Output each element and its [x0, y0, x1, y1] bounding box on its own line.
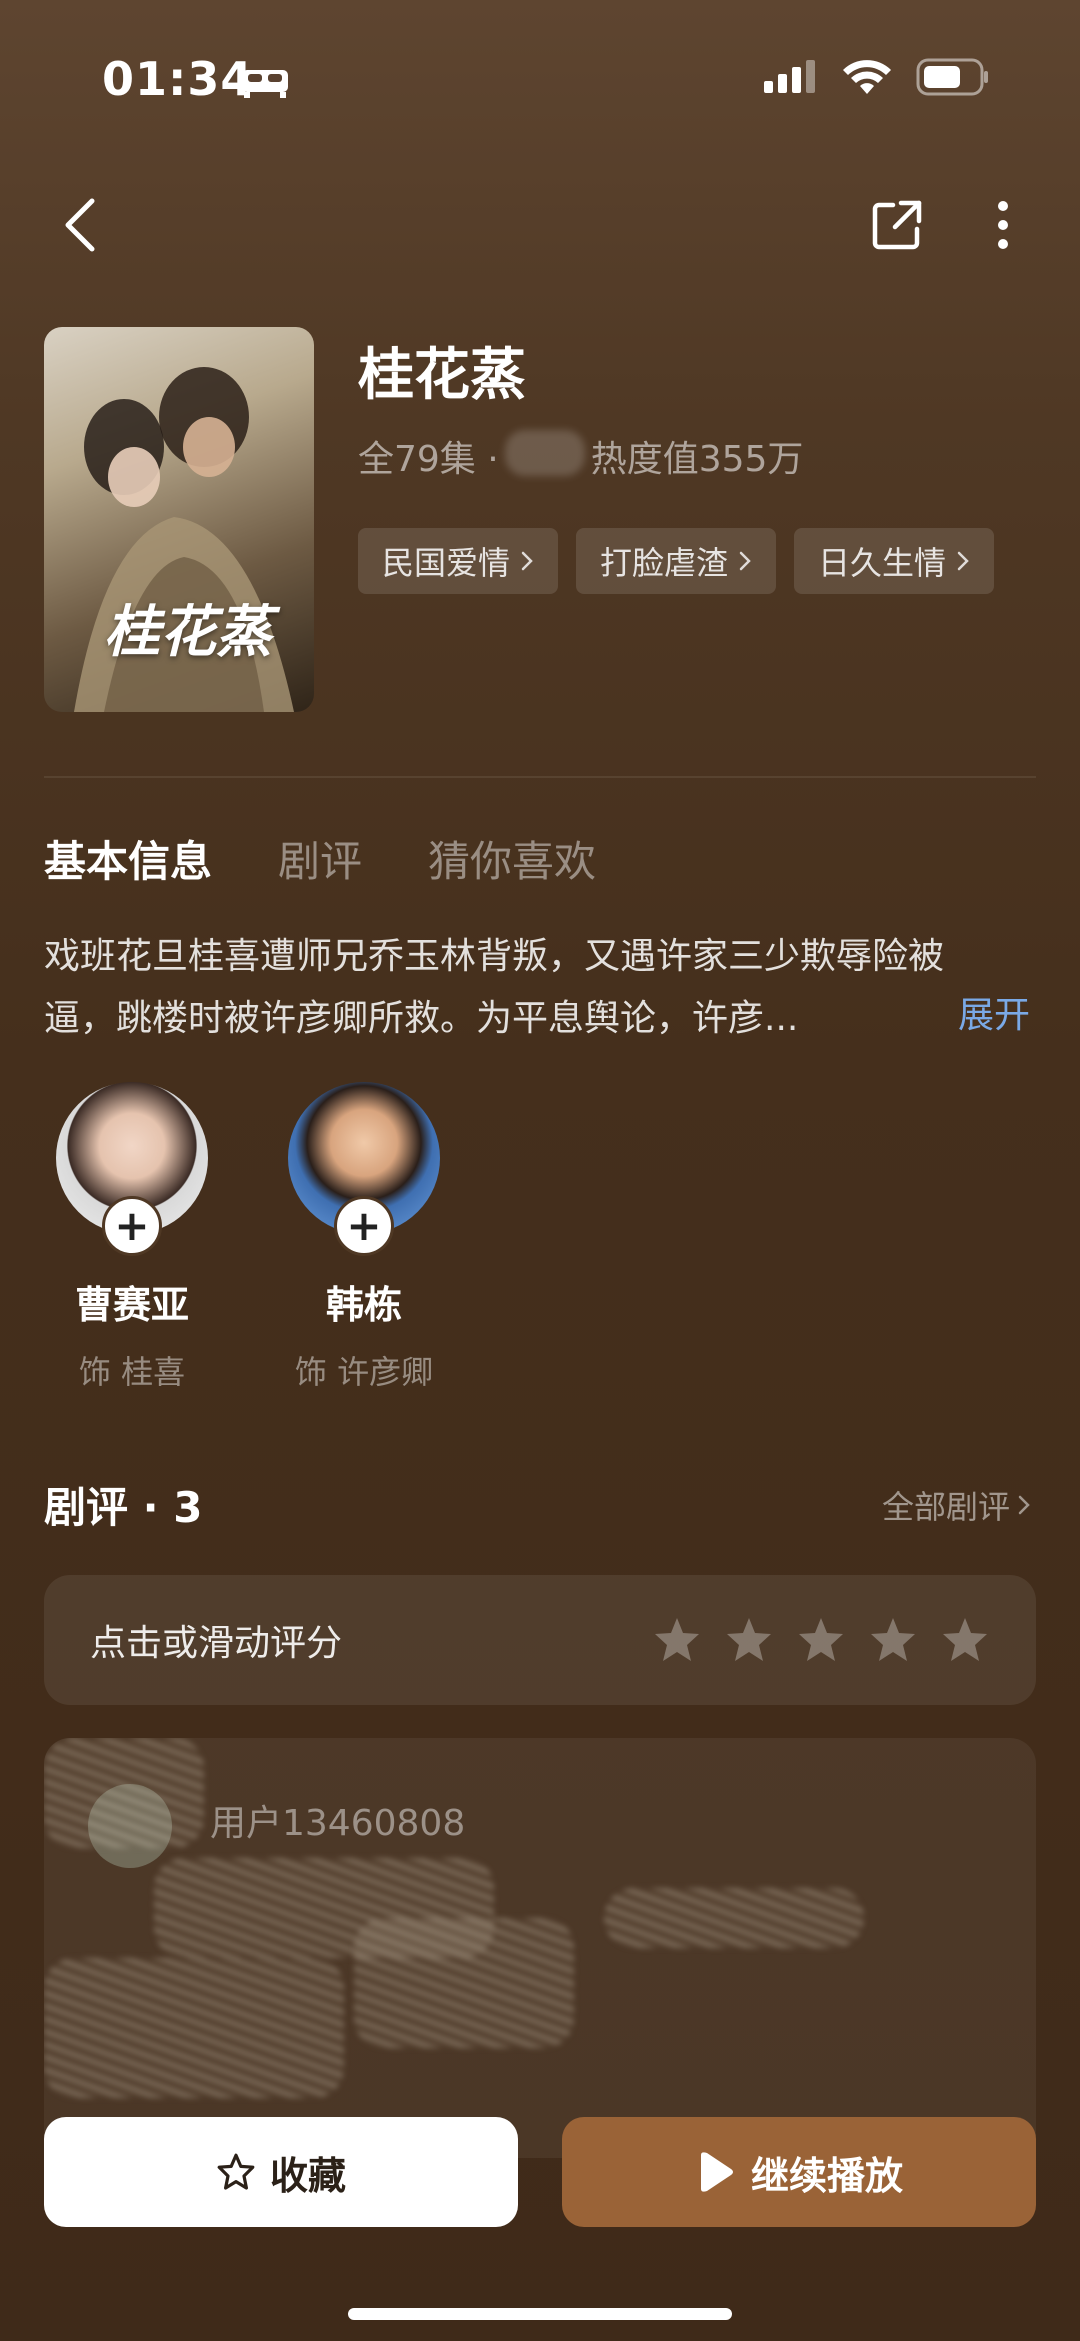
tab-basic-info[interactable]: 基本信息: [44, 828, 212, 889]
cast-role: 饰 许彦卿: [294, 1353, 434, 1391]
star-icon[interactable]: [796, 1615, 846, 1665]
heat-value: 热度值355万: [590, 439, 804, 480]
episode-count: 全79集 ·: [358, 439, 499, 480]
rating-prompt: 点击或滑动评分: [90, 1623, 343, 1664]
cast-name: 曹赛亚: [74, 1283, 189, 1327]
tag-item[interactable]: 打脸虐渣: [576, 528, 777, 594]
star-icon[interactable]: [868, 1615, 918, 1665]
all-reviews-link[interactable]: 全部剧评: [882, 1482, 1030, 1528]
star-outline-icon: [217, 2153, 255, 2190]
star-icon[interactable]: [652, 1615, 702, 1665]
play-label: 继续播放: [750, 2153, 903, 2198]
status-time: 01:34: [102, 52, 254, 106]
battery-icon: [916, 58, 990, 100]
tag-label: 打脸虐渣: [600, 544, 729, 582]
home-indicator: [348, 2308, 732, 2320]
cast-card[interactable]: + 曹赛亚 饰 桂喜: [52, 1082, 212, 1393]
tag-label: 民国爱情: [382, 544, 511, 582]
tag-list: 民国爱情 打脸虐渣 日久生情: [358, 528, 995, 594]
star-icon[interactable]: [724, 1615, 774, 1665]
synopsis: 戏班花旦桂喜遭师兄乔玉林背叛，又遇许家三少欺辱险被 逼，跳楼时被许彦卿所救。为平…: [44, 926, 1004, 1050]
chevron-right-icon: [1018, 1495, 1030, 1515]
expand-link[interactable]: 展开: [958, 986, 1030, 1038]
star-icon[interactable]: [940, 1615, 990, 1665]
cast-name: 韩栋: [325, 1283, 402, 1327]
reviewer-name: 用户13460808: [210, 1803, 466, 1844]
avatar: +: [288, 1082, 440, 1256]
back-button[interactable]: [50, 190, 110, 260]
all-reviews-label: 全部剧评: [881, 1488, 1010, 1526]
synopsis-line: 逼，跳楼时被许彦卿所救。为平息舆论，许彦...: [44, 998, 799, 1039]
divider: [44, 776, 1036, 778]
tag-label: 日久生情: [818, 544, 947, 582]
avatar: +: [56, 1082, 208, 1256]
poster-title: 桂花蒸: [104, 599, 272, 665]
chevron-right-icon: [739, 551, 751, 571]
more-vertical-icon: [998, 201, 1008, 249]
share-button[interactable]: [862, 190, 932, 260]
chevron-right-icon: [521, 551, 533, 571]
collect-button[interactable]: 收藏: [44, 2117, 518, 2227]
share-icon: [872, 200, 922, 250]
tab-reviews[interactable]: 剧评: [278, 828, 362, 889]
rating-box[interactable]: 点击或滑动评分: [44, 1575, 1036, 1705]
follow-button[interactable]: +: [334, 1196, 394, 1256]
scribble-redaction: [354, 1918, 574, 2048]
wifi-icon: [842, 58, 892, 100]
tag-item[interactable]: 日久生情: [794, 528, 995, 594]
scribble-redaction: [604, 1888, 864, 1948]
synopsis-line: 戏班花旦桂喜遭师兄乔玉林背叛，又遇许家三少欺辱险被: [44, 936, 945, 977]
drama-poster[interactable]: 桂花蒸: [44, 327, 314, 712]
tab-bar: 基本信息 剧评 猜你喜欢: [44, 828, 596, 889]
cast-role: 饰 桂喜: [78, 1353, 186, 1391]
cast-card[interactable]: + 韩栋 饰 许彦卿: [284, 1082, 444, 1393]
tag-item[interactable]: 民国爱情: [358, 528, 559, 594]
continue-play-button[interactable]: 继续播放: [562, 2117, 1036, 2227]
review-card[interactable]: 用户13460808: [44, 1738, 1036, 2158]
reviews-title: 剧评 · 3: [44, 1483, 203, 1532]
collect-label: 收藏: [269, 2153, 346, 2198]
drama-meta: 全79集 · 热度值355万: [358, 430, 803, 482]
blurred-region: [504, 430, 585, 476]
scribble-redaction: [44, 1738, 204, 1848]
play-icon: [700, 2152, 733, 2192]
follow-button[interactable]: +: [102, 1196, 162, 1256]
chevron-left-icon: [65, 198, 95, 252]
signal-icon: [764, 59, 818, 99]
more-button[interactable]: [970, 190, 1036, 260]
drama-title: 桂花蒸: [358, 343, 526, 408]
star-rating[interactable]: [652, 1615, 990, 1665]
scribble-redaction: [44, 1958, 344, 2098]
bed-icon: [240, 64, 290, 104]
chevron-right-icon: [957, 551, 969, 571]
tab-recommendations[interactable]: 猜你喜欢: [428, 828, 596, 889]
